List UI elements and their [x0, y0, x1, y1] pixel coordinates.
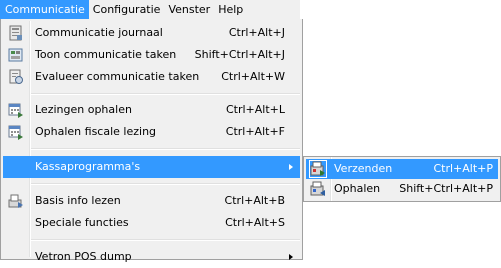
menu-item-label: Kassaprogramma's — [35, 160, 141, 173]
submenu-item-verzenden[interactable]: Verzenden Ctrl+Alt+P — [306, 159, 498, 179]
menu-item-label: Toon communicatie taken — [35, 48, 177, 61]
menu-item-shortcut: Ctrl+Alt+J — [228, 26, 285, 39]
submenu-item-shortcut: Ctrl+Alt+P — [433, 162, 493, 175]
menu-item-label: Communicatie journaal — [35, 26, 163, 39]
menu-item-label: Ophalen fiscale lezing — [35, 125, 157, 138]
menu-item-speciale-functies[interactable]: Speciale functies Ctrl+Alt+S — [3, 212, 300, 234]
menu-separator — [31, 93, 300, 95]
read-icon — [8, 193, 24, 209]
fetch-icon — [310, 181, 326, 197]
submenu-arrow-icon — [289, 164, 293, 170]
menu-item-vetron-pos-dump[interactable]: Vetron POS dump — [3, 246, 300, 268]
calendar-icon — [8, 124, 24, 140]
kassaprogrammas-submenu: Verzenden Ctrl+Alt+P Ophalen Shift+Ctrl+… — [303, 156, 501, 202]
menu-item-shortcut: Ctrl+Alt+S — [225, 216, 285, 229]
menu-item-shortcut: Ctrl+Alt+W — [221, 70, 285, 83]
menu-item-evalueer-communicatie-taken[interactable]: Evalueer communicatie taken Ctrl+Alt+W — [3, 66, 300, 88]
journal-icon — [8, 25, 24, 41]
menu-item-shortcut: Ctrl+Alt+F — [225, 125, 285, 138]
submenu-arrow-icon — [289, 254, 293, 260]
menu-item-label: Vetron POS dump — [35, 250, 132, 263]
tasks-icon — [8, 47, 24, 63]
submenu-item-shortcut: Shift+Ctrl+Alt+P — [399, 182, 493, 195]
menu-item-kassaprogrammas[interactable]: Kassaprogramma's — [3, 156, 300, 178]
submenu-item-label: Verzenden — [334, 162, 393, 175]
menu-help[interactable]: Help — [214, 0, 247, 19]
menu-item-ophalen-fiscale-lezing[interactable]: Ophalen fiscale lezing Ctrl+Alt+F — [3, 121, 300, 143]
send-icon — [309, 160, 327, 178]
menu-separator — [31, 239, 300, 241]
communicatie-dropdown: Communicatie journaal Ctrl+Alt+J Toon co… — [0, 19, 303, 263]
menu-item-label: Evalueer communicatie taken — [35, 70, 200, 83]
menu-separator — [31, 183, 300, 185]
menu-venster[interactable]: Venster — [164, 0, 214, 19]
evaluate-icon — [8, 69, 24, 85]
menu-item-label: Basis info lezen — [35, 194, 121, 207]
menu-communicatie[interactable]: Communicatie — [0, 0, 89, 19]
menu-separator — [31, 148, 300, 150]
menu-item-communicatie-journaal[interactable]: Communicatie journaal Ctrl+Alt+J — [3, 22, 300, 44]
submenu-item-ophalen[interactable]: Ophalen Shift+Ctrl+Alt+P — [306, 179, 498, 199]
menu-bar: Communicatie Configuratie Venster Help — [0, 0, 300, 19]
menu-inner: Communicatie journaal Ctrl+Alt+J Toon co… — [3, 21, 300, 263]
menu-item-label: Speciale functies — [35, 216, 129, 229]
menu-item-basis-info-lezen[interactable]: Basis info lezen Ctrl+Alt+B — [3, 190, 300, 212]
menu-item-shortcut: Ctrl+Alt+L — [225, 103, 285, 116]
submenu-item-label: Ophalen — [334, 182, 381, 195]
calendar-icon — [8, 102, 24, 118]
menu-item-label: Lezingen ophalen — [35, 103, 132, 116]
menu-item-lezingen-ophalen[interactable]: Lezingen ophalen Ctrl+Alt+L — [3, 99, 300, 121]
menu-item-shortcut: Ctrl+Alt+B — [224, 194, 285, 207]
menu-configuratie[interactable]: Configuratie — [89, 0, 165, 19]
menu-item-shortcut: Shift+Ctrl+Alt+J — [194, 48, 285, 61]
menu-item-toon-communicatie-taken[interactable]: Toon communicatie taken Shift+Ctrl+Alt+J — [3, 44, 300, 66]
